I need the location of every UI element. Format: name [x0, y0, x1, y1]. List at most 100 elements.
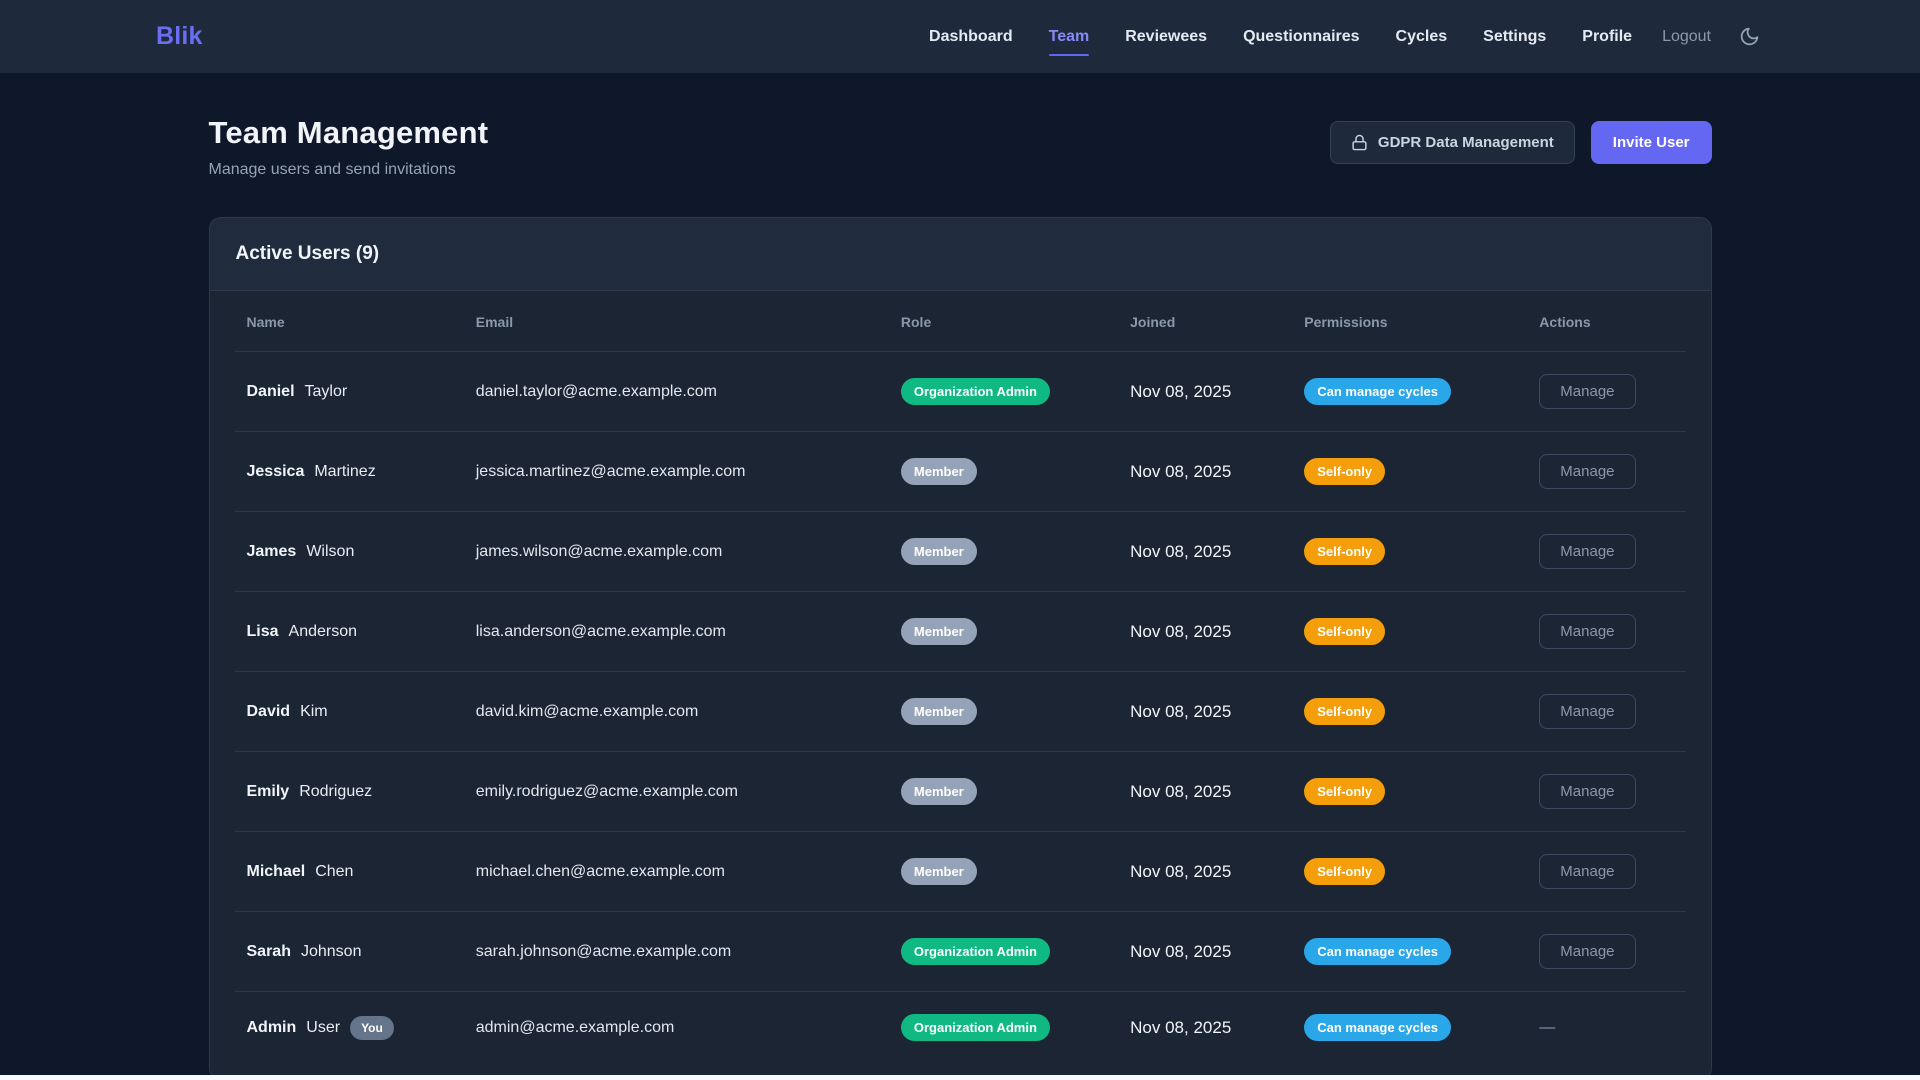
user-name: Daniel Taylor [247, 383, 452, 401]
nav-item-cycles[interactable]: Cycles [1396, 22, 1448, 52]
user-last-name: Martinez [314, 463, 375, 481]
page-title-block: Team Management Manage users and send in… [209, 115, 489, 179]
joined-date: Nov 08, 2025 [1118, 672, 1292, 752]
nav-item-questionnaires[interactable]: Questionnaires [1243, 22, 1359, 52]
nav-item-team[interactable]: Team [1049, 22, 1090, 52]
user-name: David Kim [247, 703, 452, 721]
navbar: Blik Dashboard Team Reviewees Questionna… [0, 0, 1920, 73]
app-logo[interactable]: Blik [156, 22, 203, 51]
permission-badge: Self-only [1304, 538, 1385, 565]
logout-button[interactable]: Logout [1662, 22, 1711, 52]
manage-button[interactable]: Manage [1539, 934, 1635, 969]
manage-button[interactable]: Manage [1539, 854, 1635, 889]
nav-item-dashboard[interactable]: Dashboard [929, 22, 1013, 52]
page-header: Team Management Manage users and send in… [209, 115, 1712, 179]
user-last-name: Kim [300, 703, 328, 721]
user-name: Sarah Johnson [247, 943, 452, 961]
permission-badge: Self-only [1304, 458, 1385, 485]
page-subtitle: Manage users and send invitations [209, 161, 489, 179]
no-action-placeholder: — [1539, 1019, 1555, 1036]
user-email: emily.rodriguez@acme.example.com [464, 752, 889, 832]
role-badge: Member [901, 538, 977, 565]
active-users-card-header: Active Users (9) [210, 218, 1711, 291]
header-actions: GDPR Data Management Invite User [1330, 121, 1712, 164]
manage-button[interactable]: Manage [1539, 454, 1635, 489]
role-badge: Organization Admin [901, 378, 1050, 405]
joined-date: Nov 08, 2025 [1118, 352, 1292, 432]
user-first-name: Sarah [247, 943, 291, 961]
user-row: Lisa Anderson lisa.anderson@acme.example.… [235, 592, 1686, 672]
user-last-name: Rodriguez [299, 783, 372, 801]
main-content: Team Management Manage users and send in… [209, 73, 1712, 1080]
user-name: Lisa Anderson [247, 623, 452, 641]
role-badge: Organization Admin [901, 938, 1050, 965]
user-name: Michael Chen [247, 863, 452, 881]
theme-toggle-button[interactable] [1739, 26, 1760, 47]
user-row: Admin UserYouadmin@acme.example.comOrgan… [235, 992, 1686, 1064]
permission-badge: Can manage cycles [1304, 1014, 1451, 1041]
user-email: james.wilson@acme.example.com [464, 512, 889, 592]
role-badge: Member [901, 858, 977, 885]
gdpr-data-management-button[interactable]: GDPR Data Management [1330, 121, 1575, 164]
nav-item-profile[interactable]: Profile [1582, 22, 1632, 52]
user-first-name: Michael [247, 863, 306, 881]
user-email: david.kim@acme.example.com [464, 672, 889, 752]
invite-user-button[interactable]: Invite User [1591, 121, 1712, 164]
manage-button[interactable]: Manage [1539, 774, 1635, 809]
you-badge: You [350, 1016, 394, 1040]
nav-item-settings[interactable]: Settings [1483, 22, 1546, 52]
user-name: Jessica Martinez [247, 463, 452, 481]
user-email: sarah.johnson@acme.example.com [464, 912, 889, 992]
user-last-name: Johnson [301, 943, 362, 961]
user-row: David Kim david.kim@acme.example.com Membe… [235, 672, 1686, 752]
user-first-name: Jessica [247, 463, 305, 481]
active-users-table-wrap: Name Email Role Joined Permissions Actio… [210, 291, 1711, 1079]
role-badge: Member [901, 698, 977, 725]
bottom-edge-strip [0, 1075, 1920, 1080]
user-email: lisa.anderson@acme.example.com [464, 592, 889, 672]
lock-icon [1351, 134, 1368, 151]
joined-date: Nov 08, 2025 [1118, 432, 1292, 512]
manage-button[interactable]: Manage [1539, 374, 1635, 409]
user-first-name: David [247, 703, 291, 721]
nav-item-reviewees[interactable]: Reviewees [1125, 22, 1207, 52]
user-email: admin@acme.example.com [464, 992, 889, 1064]
moon-icon [1739, 26, 1760, 47]
user-row: Sarah Johnson sarah.johnson@acme.example.… [235, 912, 1686, 992]
page-title: Team Management [209, 115, 489, 151]
user-first-name: Lisa [247, 623, 279, 641]
user-last-name: Taylor [305, 383, 348, 401]
manage-button[interactable]: Manage [1539, 694, 1635, 729]
manage-button[interactable]: Manage [1539, 534, 1635, 569]
column-header-email: Email [464, 291, 889, 352]
column-header-permissions: Permissions [1292, 291, 1527, 352]
joined-date: Nov 08, 2025 [1118, 912, 1292, 992]
column-header-actions: Actions [1527, 291, 1685, 352]
user-first-name: James [247, 543, 297, 561]
role-badge: Organization Admin [901, 1014, 1050, 1041]
user-row: James Wilson james.wilson@acme.example.co… [235, 512, 1686, 592]
user-email: daniel.taylor@acme.example.com [464, 352, 889, 432]
user-last-name: User [306, 1019, 340, 1037]
column-header-joined: Joined [1118, 291, 1292, 352]
column-header-name: Name [235, 291, 464, 352]
active-users-title: Active Users (9) [236, 243, 1685, 265]
gdpr-button-label: GDPR Data Management [1378, 134, 1554, 151]
joined-date: Nov 08, 2025 [1118, 832, 1292, 912]
joined-date: Nov 08, 2025 [1118, 592, 1292, 672]
manage-button[interactable]: Manage [1539, 614, 1635, 649]
permission-badge: Self-only [1304, 778, 1385, 805]
user-last-name: Chen [315, 863, 353, 881]
permission-badge: Self-only [1304, 618, 1385, 645]
user-email: michael.chen@acme.example.com [464, 832, 889, 912]
user-name: James Wilson [247, 543, 452, 561]
user-last-name: Anderson [289, 623, 358, 641]
permission-badge: Self-only [1304, 858, 1385, 885]
user-first-name: Emily [247, 783, 290, 801]
joined-date: Nov 08, 2025 [1118, 512, 1292, 592]
user-first-name: Daniel [247, 383, 295, 401]
user-name: Admin UserYou [247, 1016, 452, 1040]
user-row: Jessica Martinezjessica.martinez@acme.ex… [235, 432, 1686, 512]
active-users-card: Active Users (9) Name Email Role Joined … [209, 217, 1712, 1080]
table-header-row: Name Email Role Joined Permissions Actio… [235, 291, 1686, 352]
